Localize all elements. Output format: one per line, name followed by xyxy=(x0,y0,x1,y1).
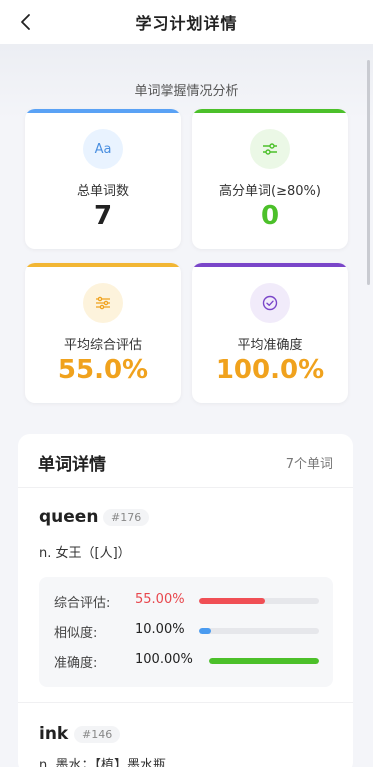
progress-track xyxy=(209,658,319,664)
progress-fill xyxy=(199,628,211,634)
word-details-header: 单词详情 7个单词 xyxy=(18,434,353,488)
progress-fill xyxy=(199,598,265,604)
check-circle-icon xyxy=(250,283,290,323)
word-details-title: 单词详情 xyxy=(38,455,106,475)
word-details-panel: 单词详情 7个单词 queen #176 n. 女王（[人]） 综合评估: 55… xyxy=(18,434,353,767)
stat-name: 相似度: xyxy=(54,626,98,641)
stat-row-overall: 综合评估: 55.00% xyxy=(39,590,333,611)
stat-row-similarity: 相似度: 10.00% xyxy=(39,620,333,641)
card-value: 0 xyxy=(260,201,280,231)
stat-row-accuracy: 准确度: 100.00% xyxy=(39,650,333,671)
stat-name: 准确度: xyxy=(54,656,98,671)
card-label: 平均准确度 xyxy=(237,338,303,353)
word-id-badge: #176 xyxy=(103,509,150,526)
word-text: queen xyxy=(39,507,99,527)
stat-card-high-score: 高分单词(≥80%) 0 xyxy=(192,109,348,249)
sliders-icon-svg xyxy=(96,296,110,310)
card-label: 高分单词(≥80%) xyxy=(219,184,321,199)
progress-fill xyxy=(209,658,319,664)
card-accent-bar xyxy=(192,263,348,267)
stat-card-total-words: Aa 总单词数 7 xyxy=(25,109,181,249)
word-meaning: n. 墨水；【植】墨水瓶 xyxy=(39,758,167,767)
word-count: 7个单词 xyxy=(285,457,333,472)
card-value: 7 xyxy=(93,201,113,231)
card-accent-bar xyxy=(25,263,181,267)
stat-value: 10.00% xyxy=(135,622,185,637)
progress-track xyxy=(199,598,319,604)
stat-card-avg-accuracy: 平均准确度 100.0% xyxy=(192,263,348,403)
word-text: ink xyxy=(39,724,69,744)
stat-card-avg-score: 平均综合评估 55.0% xyxy=(25,263,181,403)
word-id-badge: #146 xyxy=(74,726,121,743)
word-divider xyxy=(18,702,353,703)
icon-text: Aa xyxy=(94,141,112,157)
aa-text-icon: Aa xyxy=(83,129,123,169)
sliders-icon-svg xyxy=(263,143,277,155)
card-label: 总单词数 xyxy=(76,184,129,199)
check-circle-icon-svg xyxy=(262,295,278,311)
card-label: 平均综合评估 xyxy=(63,338,142,353)
chevron-left-icon xyxy=(21,14,30,30)
back-button[interactable] xyxy=(12,8,40,36)
nav-bar: 学习计划详情 xyxy=(0,0,373,44)
analysis-title: 单词掌握情况分析 xyxy=(134,84,239,99)
page-title: 学习计划详情 xyxy=(135,14,238,33)
sliders-icon xyxy=(83,283,123,323)
stat-name: 综合评估: xyxy=(54,596,111,611)
card-accent-bar xyxy=(25,109,181,113)
word-stats-box: 综合评估: 55.00% 相似度: 10.00% 准确度: 100.00% xyxy=(39,577,333,687)
stat-value: 100.00% xyxy=(135,652,193,667)
word-meaning: n. 女王（[人]） xyxy=(39,546,131,561)
scrollbar[interactable] xyxy=(367,60,370,285)
card-accent-bar xyxy=(192,109,348,113)
card-value: 55.0% xyxy=(57,355,149,385)
stat-value: 55.00% xyxy=(135,592,185,607)
sliders-icon xyxy=(250,129,290,169)
card-value: 100.0% xyxy=(215,355,325,385)
progress-track xyxy=(199,628,319,634)
